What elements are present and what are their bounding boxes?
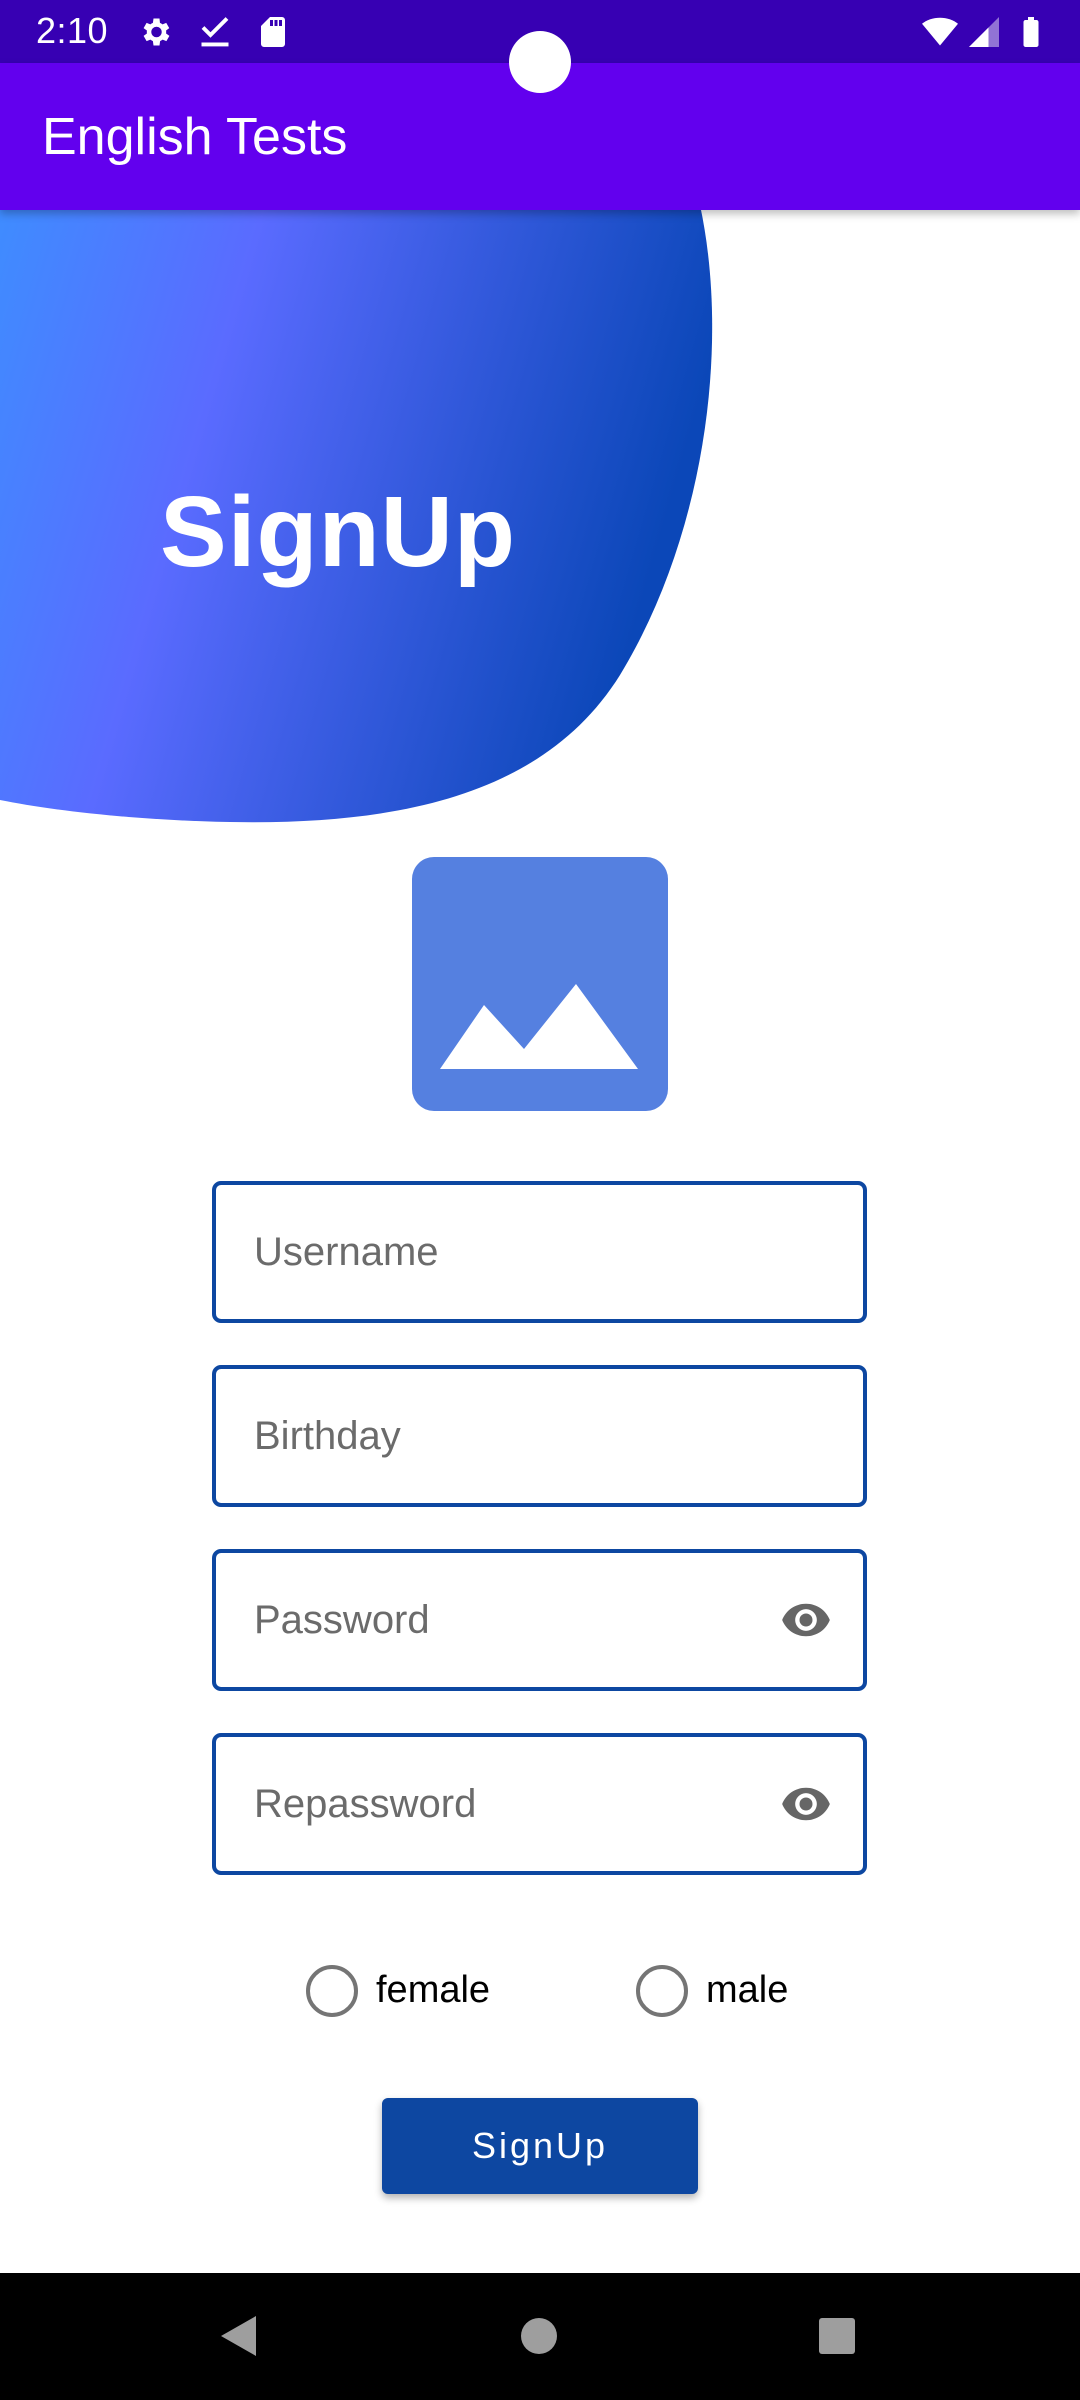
camera-cutout bbox=[509, 31, 571, 93]
home-icon[interactable] bbox=[520, 2317, 558, 2355]
image-icon bbox=[440, 984, 638, 1069]
repassword-field[interactable] bbox=[212, 1733, 867, 1875]
username-input[interactable] bbox=[254, 1185, 774, 1319]
eye-icon[interactable] bbox=[777, 1594, 835, 1646]
password-field[interactable] bbox=[212, 1549, 867, 1691]
wifi-icon bbox=[922, 17, 958, 46]
gear-icon bbox=[143, 18, 170, 46]
sd-card-icon bbox=[261, 17, 285, 47]
birthday-field[interactable] bbox=[212, 1365, 867, 1507]
app-title: English Tests bbox=[42, 108, 348, 166]
radio-label-female: female bbox=[376, 1969, 491, 2011]
radio-male[interactable] bbox=[636, 1965, 688, 2017]
radio-female[interactable] bbox=[306, 1965, 358, 2017]
radio-label-male: male bbox=[706, 1969, 789, 2011]
signup-header-title: SignUp bbox=[160, 476, 516, 588]
radio-option-female[interactable]: female bbox=[306, 1965, 506, 2025]
username-field[interactable] bbox=[212, 1181, 867, 1323]
signup-button[interactable]: SignUp bbox=[382, 2098, 698, 2194]
repassword-input[interactable] bbox=[254, 1737, 774, 1871]
eye-icon[interactable] bbox=[777, 1778, 835, 1830]
birthday-input[interactable] bbox=[254, 1369, 774, 1503]
profile-image-placeholder[interactable] bbox=[412, 857, 668, 1111]
status-time: 2:10 bbox=[36, 10, 109, 51]
battery-icon bbox=[1023, 17, 1039, 47]
radio-option-male[interactable]: male bbox=[636, 1965, 816, 2025]
recents-icon[interactable] bbox=[818, 2317, 856, 2355]
password-input[interactable] bbox=[254, 1553, 774, 1687]
back-icon[interactable] bbox=[218, 2313, 258, 2359]
cellular-signal-icon bbox=[969, 17, 999, 47]
navigation-bar bbox=[0, 2273, 1080, 2400]
download-done-icon bbox=[201, 17, 229, 47]
